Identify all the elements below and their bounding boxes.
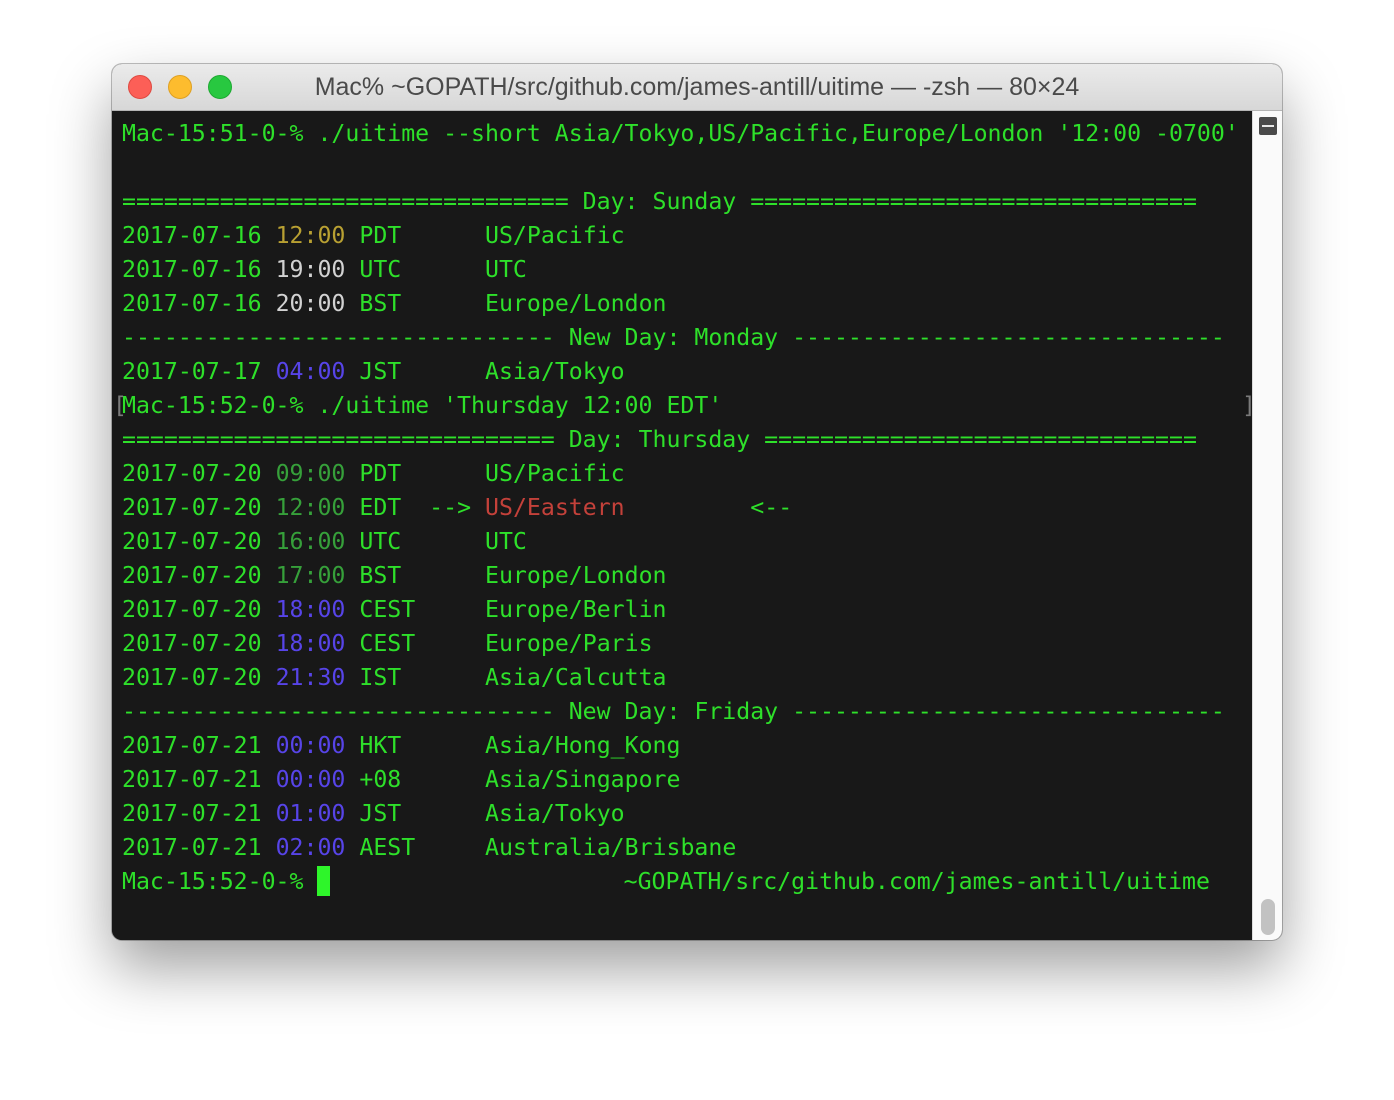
zone-abbr: UTC bbox=[359, 528, 402, 555]
time-text: 04:00 bbox=[275, 358, 346, 385]
zone-abbr: EDT bbox=[359, 494, 402, 521]
time-row-highlighted: 2017-07-20 12:00 EDT --> US/Eastern <-- bbox=[122, 485, 1252, 521]
time-row: 2017-07-21 00:00 HKT Asia/Hong_Kong bbox=[122, 723, 1252, 759]
time-text: 00:00 bbox=[275, 732, 346, 759]
zone-name: Europe/Paris bbox=[485, 630, 653, 657]
zone-name: Europe/Berlin bbox=[485, 596, 667, 623]
date-text: 2017-07-21 bbox=[122, 800, 262, 827]
time-row: 2017-07-21 01:00 JST Asia/Tokyo bbox=[122, 791, 1252, 827]
zone-abbr: BST bbox=[359, 290, 402, 317]
time-row: 2017-07-20 18:00 CEST Europe/Berlin bbox=[122, 587, 1252, 623]
zone-abbr: AEST bbox=[359, 834, 416, 861]
zone-abbr: UTC bbox=[359, 256, 402, 283]
zone-name: US/Pacific bbox=[485, 222, 625, 249]
zone-name: Europe/London bbox=[485, 562, 667, 589]
zone-name: Asia/Tokyo bbox=[485, 800, 625, 827]
time-text: 18:00 bbox=[275, 630, 346, 657]
zone-name: UTC bbox=[485, 256, 527, 283]
date-text: 2017-07-17 bbox=[122, 358, 262, 385]
prompt-text: Mac-15:52-0-% bbox=[122, 868, 318, 895]
date-text: 2017-07-20 bbox=[122, 528, 262, 555]
zone-abbr: CEST bbox=[359, 630, 416, 657]
time-row: 2017-07-20 18:00 CEST Europe/Paris bbox=[122, 621, 1252, 657]
zone-abbr: JST bbox=[359, 800, 402, 827]
split-pane-icon[interactable] bbox=[1259, 117, 1277, 135]
date-text: 2017-07-20 bbox=[122, 630, 262, 657]
time-text: 21:30 bbox=[275, 664, 346, 691]
zone-name: Asia/Calcutta bbox=[485, 664, 667, 691]
time-row: 2017-07-16 12:00 PDT US/Pacific bbox=[122, 213, 1252, 249]
zone-abbr: HKT bbox=[359, 732, 402, 759]
terminal-content[interactable]: Mac-15:51-0-% ./uitime --short Asia/Toky… bbox=[112, 111, 1256, 940]
date-text: 2017-07-16 bbox=[122, 222, 262, 249]
day-header-sunday: ================================ Day: Su… bbox=[122, 188, 1197, 215]
time-text: 20:00 bbox=[275, 290, 346, 317]
time-row: 2017-07-21 00:00 +08 Asia/Singapore bbox=[122, 757, 1252, 793]
zone-abbr: +08 bbox=[359, 766, 402, 793]
terminal-lines: Mac-15:51-0-% ./uitime --short Asia/Toky… bbox=[113, 111, 1256, 896]
time-text: 18:00 bbox=[275, 596, 346, 623]
date-text: 2017-07-20 bbox=[122, 562, 262, 589]
zone-name: US/Eastern bbox=[485, 494, 625, 521]
command-line: Mac-15:51-0-% ./uitime --short Asia/Toky… bbox=[122, 120, 1239, 147]
time-row: 2017-07-21 02:00 AEST Australia/Brisbane bbox=[122, 825, 1252, 861]
right-prompt-path: ~GOPATH/src/github.com/james-antill/uiti… bbox=[623, 868, 1210, 895]
command-text: Mac-15:52-0-% ./uitime 'Thursday 12:00 E… bbox=[122, 392, 723, 419]
new-day-friday: ------------------------------- New Day:… bbox=[122, 698, 1225, 725]
time-row: 2017-07-17 04:00 JST Asia/Tokyo bbox=[122, 349, 1252, 385]
title-bar[interactable]: Mac% ~GOPATH/src/github.com/james-antill… bbox=[112, 64, 1282, 111]
time-text: 19:00 bbox=[275, 256, 346, 283]
scrollbar-thumb[interactable] bbox=[1261, 899, 1275, 935]
time-row: 2017-07-20 21:30 IST Asia/Calcutta bbox=[122, 655, 1252, 691]
time-text: 01:00 bbox=[275, 800, 346, 827]
time-text: 02:00 bbox=[275, 834, 346, 861]
zone-abbr: JST bbox=[359, 358, 402, 385]
time-text: 16:00 bbox=[275, 528, 346, 555]
zone-name: Asia/Hong_Kong bbox=[485, 732, 681, 759]
output-block-sunday: 2017-07-16 12:00 PDT US/Pacific 2017-07-… bbox=[122, 213, 1252, 317]
date-text: 2017-07-21 bbox=[122, 766, 262, 793]
date-text: 2017-07-16 bbox=[122, 290, 262, 317]
time-row: 2017-07-20 09:00 PDT US/Pacific bbox=[122, 451, 1252, 487]
time-row: 2017-07-20 17:00 BST Europe/London bbox=[122, 553, 1252, 589]
zone-abbr: CEST bbox=[359, 596, 416, 623]
zone-name: US/Pacific bbox=[485, 460, 625, 487]
zone-name: Asia/Tokyo bbox=[485, 358, 625, 385]
text-cursor bbox=[317, 866, 331, 896]
time-text: 12:00 bbox=[275, 222, 346, 249]
command-line-marked: [Mac-15:52-0-% ./uitime 'Thursday 12:00 … bbox=[113, 383, 1256, 419]
zone-abbr: IST bbox=[359, 664, 402, 691]
time-row: 2017-07-16 19:00 UTC UTC bbox=[122, 247, 1252, 283]
new-day-monday: ------------------------------- New Day:… bbox=[122, 324, 1225, 351]
time-row: 2017-07-16 20:00 BST Europe/London bbox=[122, 281, 1252, 317]
time-text: 00:00 bbox=[275, 766, 346, 793]
zone-name: UTC bbox=[485, 528, 527, 555]
date-text: 2017-07-16 bbox=[122, 256, 262, 283]
date-text: 2017-07-20 bbox=[122, 664, 262, 691]
date-text: 2017-07-20 bbox=[122, 494, 262, 521]
date-text: 2017-07-21 bbox=[122, 834, 262, 861]
prompt-line[interactable]: Mac-15:52-0-% ~GOPATH/src/github.com/jam… bbox=[122, 859, 1252, 896]
day-header-thursday: =============================== Day: Thu… bbox=[122, 426, 1197, 453]
arrow-left: --> bbox=[429, 494, 472, 521]
zone-name: Europe/London bbox=[485, 290, 667, 317]
arrow-right: <-- bbox=[750, 494, 793, 521]
zone-abbr: PDT bbox=[359, 460, 402, 487]
date-text: 2017-07-20 bbox=[122, 596, 262, 623]
zone-name: Asia/Singapore bbox=[485, 766, 681, 793]
zone-abbr: BST bbox=[359, 562, 402, 589]
vertical-scrollbar[interactable] bbox=[1252, 111, 1282, 940]
date-text: 2017-07-21 bbox=[122, 732, 262, 759]
time-row: 2017-07-20 16:00 UTC UTC bbox=[122, 519, 1252, 555]
time-text: 12:00 bbox=[275, 494, 346, 521]
terminal-window: Mac% ~GOPATH/src/github.com/james-antill… bbox=[112, 64, 1282, 940]
window-title: Mac% ~GOPATH/src/github.com/james-antill… bbox=[314, 73, 1080, 101]
date-text: 2017-07-20 bbox=[122, 460, 262, 487]
zone-name: Australia/Brisbane bbox=[485, 834, 737, 861]
time-text: 09:00 bbox=[275, 460, 346, 487]
time-text: 17:00 bbox=[275, 562, 346, 589]
zone-abbr: PDT bbox=[359, 222, 402, 249]
